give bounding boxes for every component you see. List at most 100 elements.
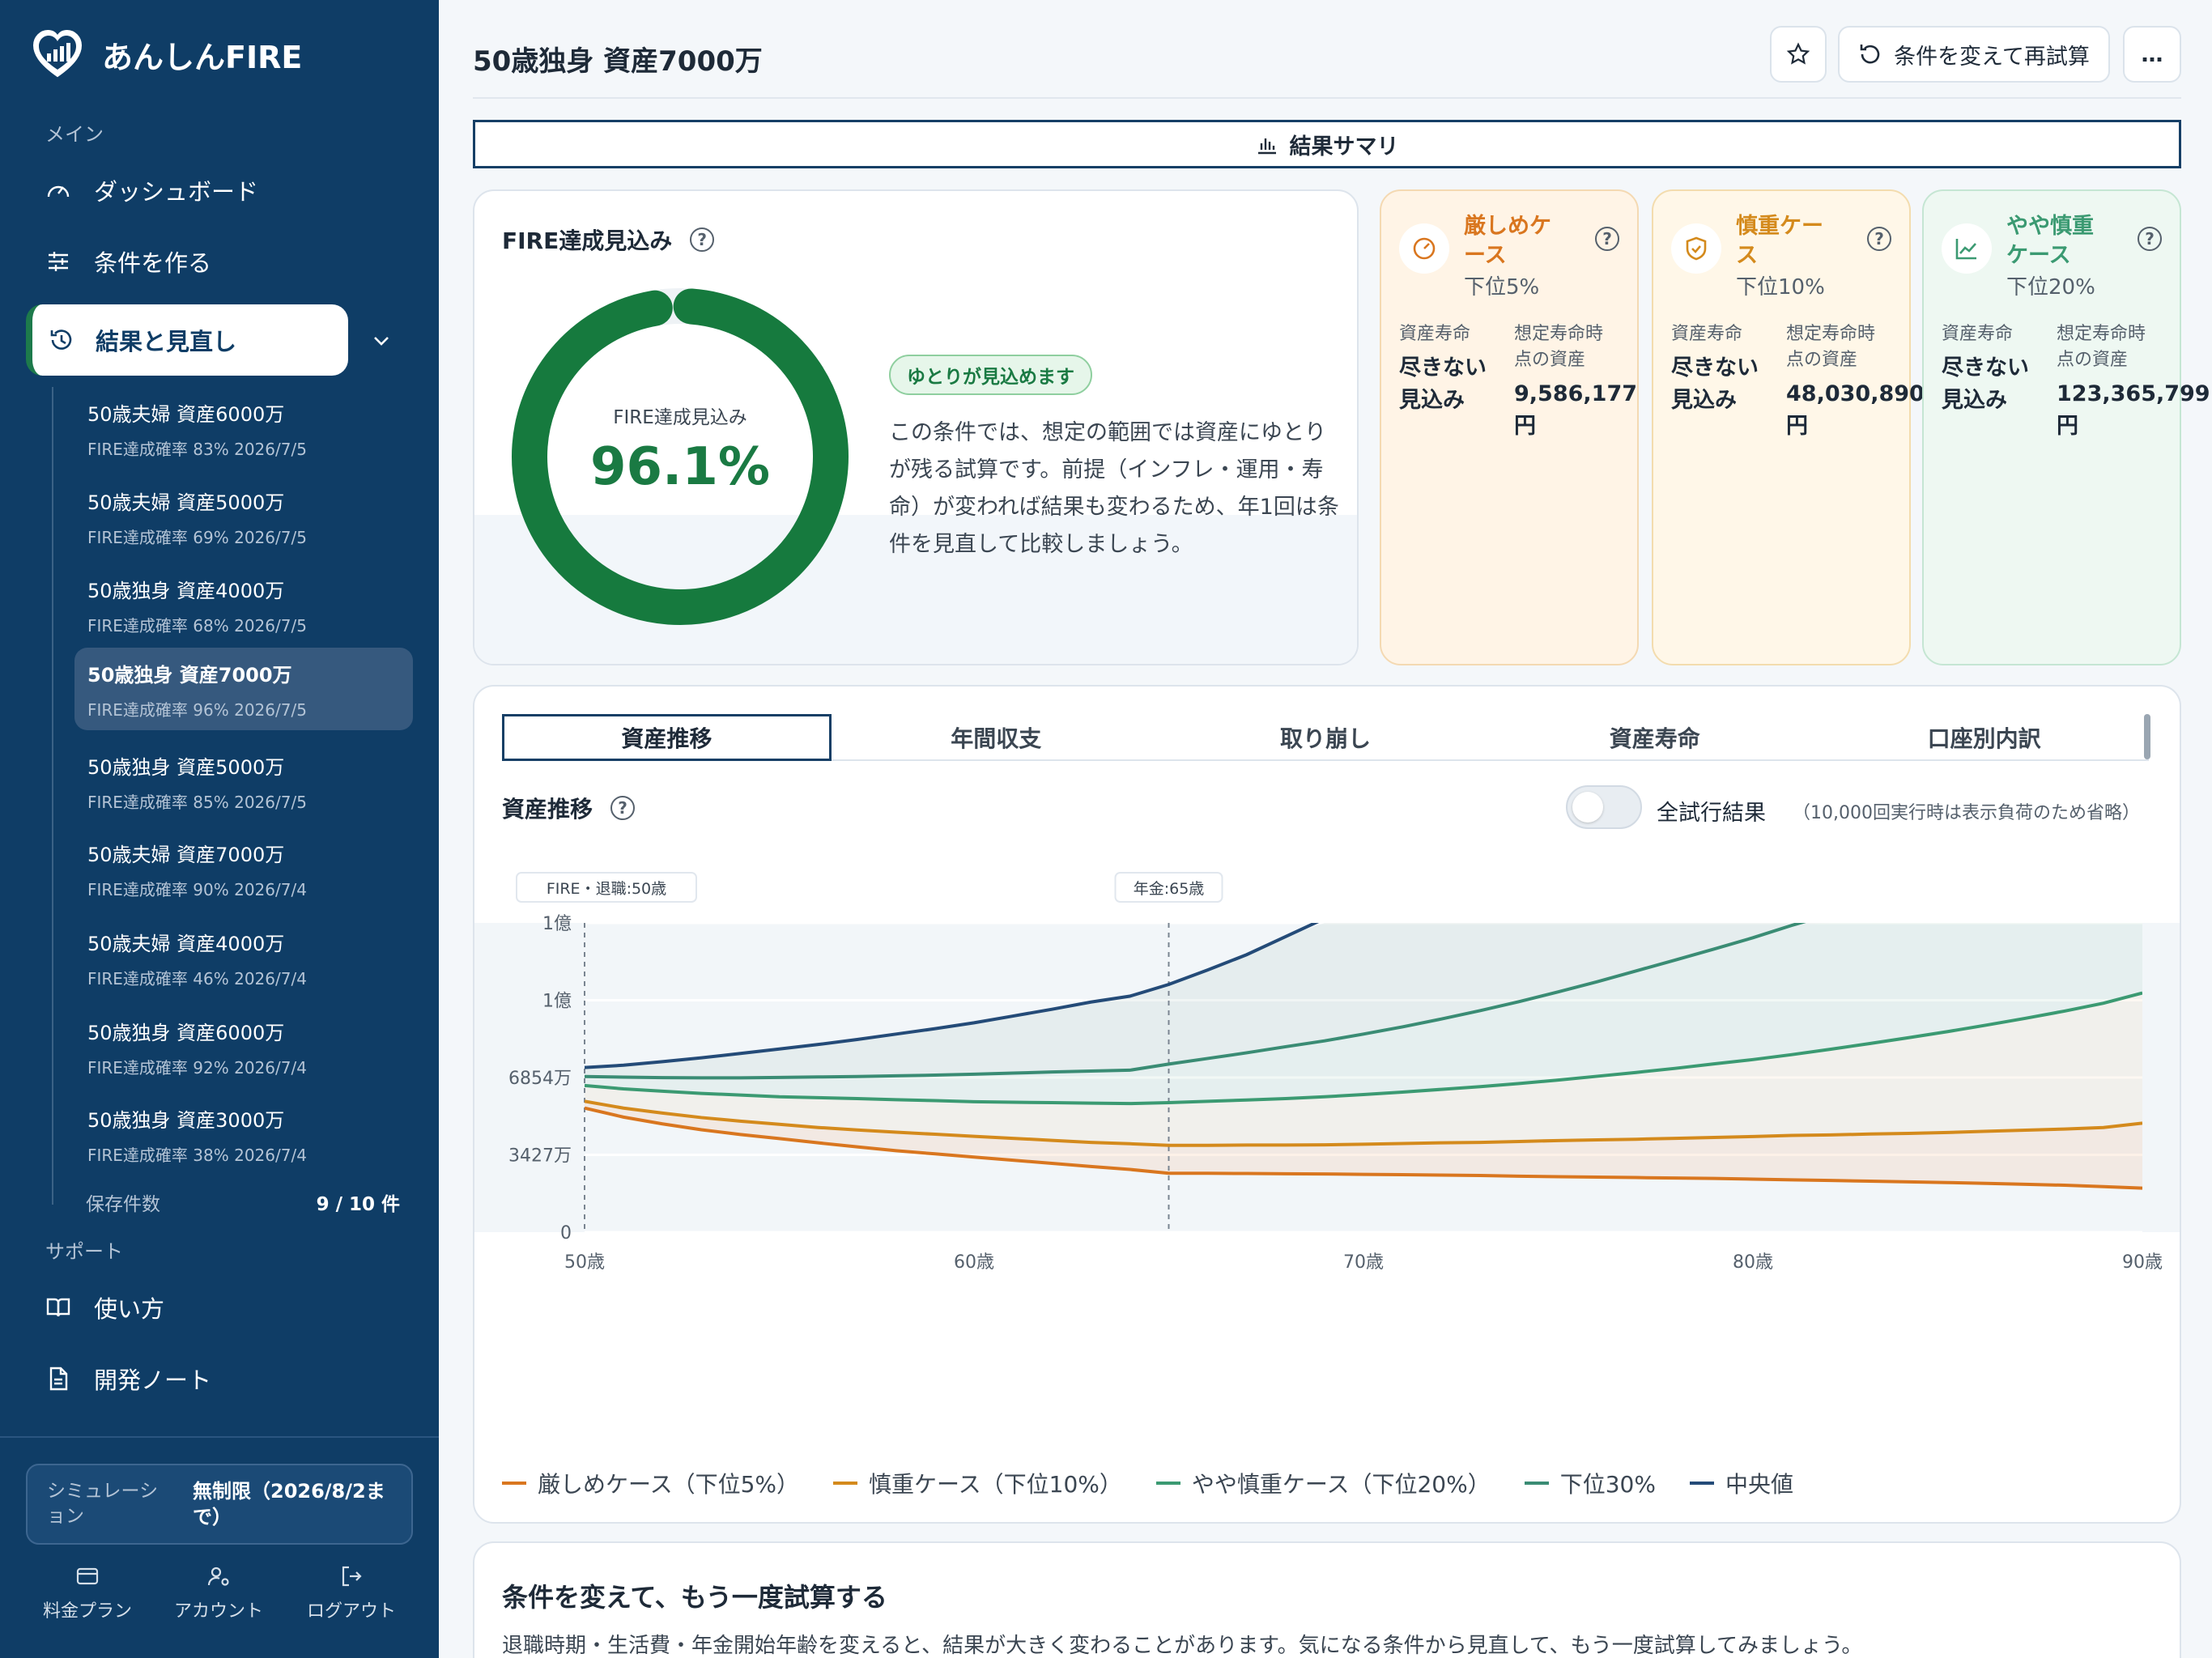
tab-asset-life[interactable]: 資産寿命 <box>1490 714 1819 761</box>
help-icon[interactable]: ? <box>610 796 636 820</box>
account-label: アカウント <box>173 1601 263 1622</box>
result-item[interactable]: 50歳夫婦 資産7000万 FIRE達成確率 90% 2026/7/4 <box>74 827 413 910</box>
result-meta: FIRE達成確率 69% 2026/7/5 <box>87 528 307 547</box>
section-label-main: メイン <box>45 123 104 146</box>
legend-swatch <box>1689 1482 1714 1485</box>
logout-label: ログアウト <box>306 1601 396 1622</box>
nav-dashboard-label: ダッシュボード <box>94 178 259 206</box>
legend-item[interactable]: 下位30% <box>1524 1467 1656 1499</box>
tab-asset-trend[interactable]: 資産推移 <box>502 714 832 761</box>
tab-annual-cashflow[interactable]: 年間収支 <box>832 714 1161 761</box>
case-card-severe: 厳しめケース 下位5% ? 資産寿命 尽きない見込み 想定寿命時点の資産 9,5… <box>1380 189 1639 665</box>
nav-dashboard[interactable]: ダッシュボード <box>45 173 258 207</box>
result-meta: FIRE達成確率 92% 2026/7/4 <box>87 1058 307 1078</box>
result-title: 50歳独身 資産7000万 <box>87 664 292 687</box>
marker-label: 年金:65歳 <box>1134 880 1205 898</box>
case-name: やや慎重ケース <box>2006 214 2094 268</box>
help-icon[interactable]: ? <box>2138 227 2162 251</box>
result-meta: FIRE達成確率 85% 2026/7/5 <box>87 793 307 812</box>
refresh-icon <box>1860 45 1880 64</box>
nav-howto[interactable]: 使い方 <box>45 1290 164 1324</box>
sidebar-divider <box>0 1436 439 1438</box>
nav-results[interactable]: 結果と見直し <box>26 304 348 376</box>
result-title: 50歳独身 資産5000万 <box>87 756 285 779</box>
tab-withdrawal[interactable]: 取り崩し <box>1161 714 1491 761</box>
help-icon[interactable]: ? <box>1867 227 1891 251</box>
legend-swatch <box>502 1482 526 1485</box>
result-item[interactable]: 50歳独身 資産4000万 FIRE達成確率 68% 2026/7/5 <box>74 563 413 646</box>
status-badge: ゆとりが見込めます <box>889 355 1092 395</box>
result-item[interactable]: 50歳夫婦 資産6000万 FIRE達成確率 83% 2026/7/5 <box>74 387 413 470</box>
account-button[interactable]: アカウント <box>154 1564 283 1622</box>
brand[interactable]: あんしんFIRE <box>31 28 302 81</box>
result-title: 50歳夫婦 資産4000万 <box>87 933 285 955</box>
chart-title: 資産推移 ? <box>502 792 636 824</box>
more-menu-button[interactable]: … <box>2123 26 2181 83</box>
y-tick-label: 6854万 <box>508 1069 572 1089</box>
pricing-button[interactable]: 料金プラン <box>23 1564 152 1622</box>
result-title: 50歳夫婦 資産6000万 <box>87 403 285 426</box>
result-item[interactable]: 50歳夫婦 資産5000万 FIRE達成確率 69% 2026/7/5 <box>74 475 413 558</box>
result-item[interactable]: 50歳独身 資産5000万 FIRE達成確率 85% 2026/7/5 <box>74 740 413 823</box>
case-icon-wrap <box>1671 223 1721 274</box>
result-meta: FIRE達成確率 83% 2026/7/5 <box>87 440 307 459</box>
x-tick-label: 90歳 <box>2122 1252 2163 1273</box>
y-tick-label: 3427万 <box>508 1146 572 1167</box>
rerun-button[interactable]: 条件を変えて再試算 <box>1838 26 2110 83</box>
document-icon <box>49 1367 68 1391</box>
nav-create[interactable]: 条件を作る <box>45 244 211 278</box>
rerun-label: 条件を変えて再試算 <box>1894 44 2090 70</box>
nav-devnotes[interactable]: 開発ノート <box>45 1362 211 1396</box>
asset-at-life-label: 想定寿命時点の資産 <box>1514 324 1604 370</box>
result-title: 50歳独身 資産6000万 <box>87 1022 285 1044</box>
legend-label: 厳しめケース（下位5%） <box>538 1471 800 1498</box>
asset-at-life-label: 想定寿命時点の資産 <box>2057 324 2146 370</box>
asset-at-life-value: 123,365,799円 <box>2057 381 2210 439</box>
legend-item[interactable]: 厳しめケース（下位5%） <box>502 1467 799 1499</box>
donut-center: FIRE達成見込み 96.1% <box>510 402 850 497</box>
asset-at-life-value: 48,030,890円 <box>1786 381 1925 439</box>
case-percentile: 下位5% <box>1464 275 1540 300</box>
help-icon[interactable]: ? <box>1595 227 1619 251</box>
chevron-down-icon[interactable] <box>369 329 393 353</box>
favorite-button[interactable] <box>1770 26 1827 83</box>
logout-button[interactable]: ログアウト <box>287 1564 416 1622</box>
chart-tabs: 資産推移 年間収支 取り崩し 資産寿命 口座別内訳 <box>502 714 2149 761</box>
asset-life-label: 資産寿命 <box>1671 324 1743 344</box>
result-item[interactable]: 50歳夫婦 資産4000万 FIRE達成確率 46% 2026/7/4 <box>74 916 413 999</box>
legend-label: やや慎重ケース（下位20%） <box>1191 1471 1491 1498</box>
nav-create-label: 条件を作る <box>94 249 212 277</box>
asset-life-label: 資産寿命 <box>1942 324 2014 344</box>
result-meta: FIRE達成確率 96% 2026/7/5 <box>87 700 307 720</box>
legend-swatch <box>1155 1482 1180 1485</box>
result-item-active[interactable]: 50歳独身 資産7000万 FIRE達成確率 96% 2026/7/5 <box>74 648 413 730</box>
retry-description: 退職時期・生活費・年金開始年齢を変えると、結果が大きく変わることがあります。気に… <box>502 1634 1863 1658</box>
case-percentile: 下位20% <box>2006 275 2095 300</box>
tabs-scrollbar[interactable] <box>2144 714 2150 759</box>
help-icon[interactable]: ? <box>690 227 715 252</box>
legend-label: 中央値 <box>1725 1471 1793 1498</box>
header-divider <box>473 97 2181 99</box>
legend-item[interactable]: 慎重ケース（下位10%） <box>833 1467 1122 1499</box>
tab-account-breakdown[interactable]: 口座別内訳 <box>1819 714 2149 761</box>
result-item[interactable]: 50歳独身 資産6000万 FIRE達成確率 92% 2026/7/4 <box>74 1005 413 1088</box>
logout-icon <box>342 1566 362 1587</box>
results-list: 50歳夫婦 資産6000万 FIRE達成確率 83% 2026/7/5 50歳夫… <box>52 387 413 1205</box>
app-name: あんしんFIRE <box>102 39 303 75</box>
fire-description: この条件では、想定の範囲では資産にゆとりが残る試算です。前提（インフレ・運用・寿… <box>889 420 1339 557</box>
saved-count: 保存件数 9 / 10 件 <box>86 1188 400 1216</box>
result-title: 50歳独身 資産3000万 <box>87 1109 285 1132</box>
x-tick-label: 80歳 <box>1733 1252 1773 1273</box>
legend-item[interactable]: 中央値 <box>1689 1467 1793 1499</box>
asset-life-value: 尽きない見込み <box>1942 355 2029 413</box>
all-trials-toggle[interactable] <box>1566 785 1642 829</box>
donut-label: FIRE達成見込み <box>613 407 747 428</box>
result-meta: FIRE達成確率 68% 2026/7/5 <box>87 616 307 636</box>
fire-probability-card: FIRE達成見込み ? FIRE達成見込み 96.1% ゆとりが見込めます この… <box>473 189 1359 665</box>
y-tick-label: 0 <box>560 1223 572 1244</box>
result-item[interactable]: 50歳独身 資産3000万 FIRE達成確率 38% 2026/7/4 <box>74 1093 413 1175</box>
legend-item[interactable]: やや慎重ケース（下位20%） <box>1155 1467 1491 1499</box>
summary-tab[interactable]: 結果サマリ <box>473 120 2181 168</box>
case-card-slightly-cautious: やや慎重ケース 下位20% ? 資産寿命 尽きない見込み 想定寿命時点の資産 1… <box>1922 189 2210 665</box>
fire-card-title: FIRE達成見込み ? <box>502 223 715 256</box>
